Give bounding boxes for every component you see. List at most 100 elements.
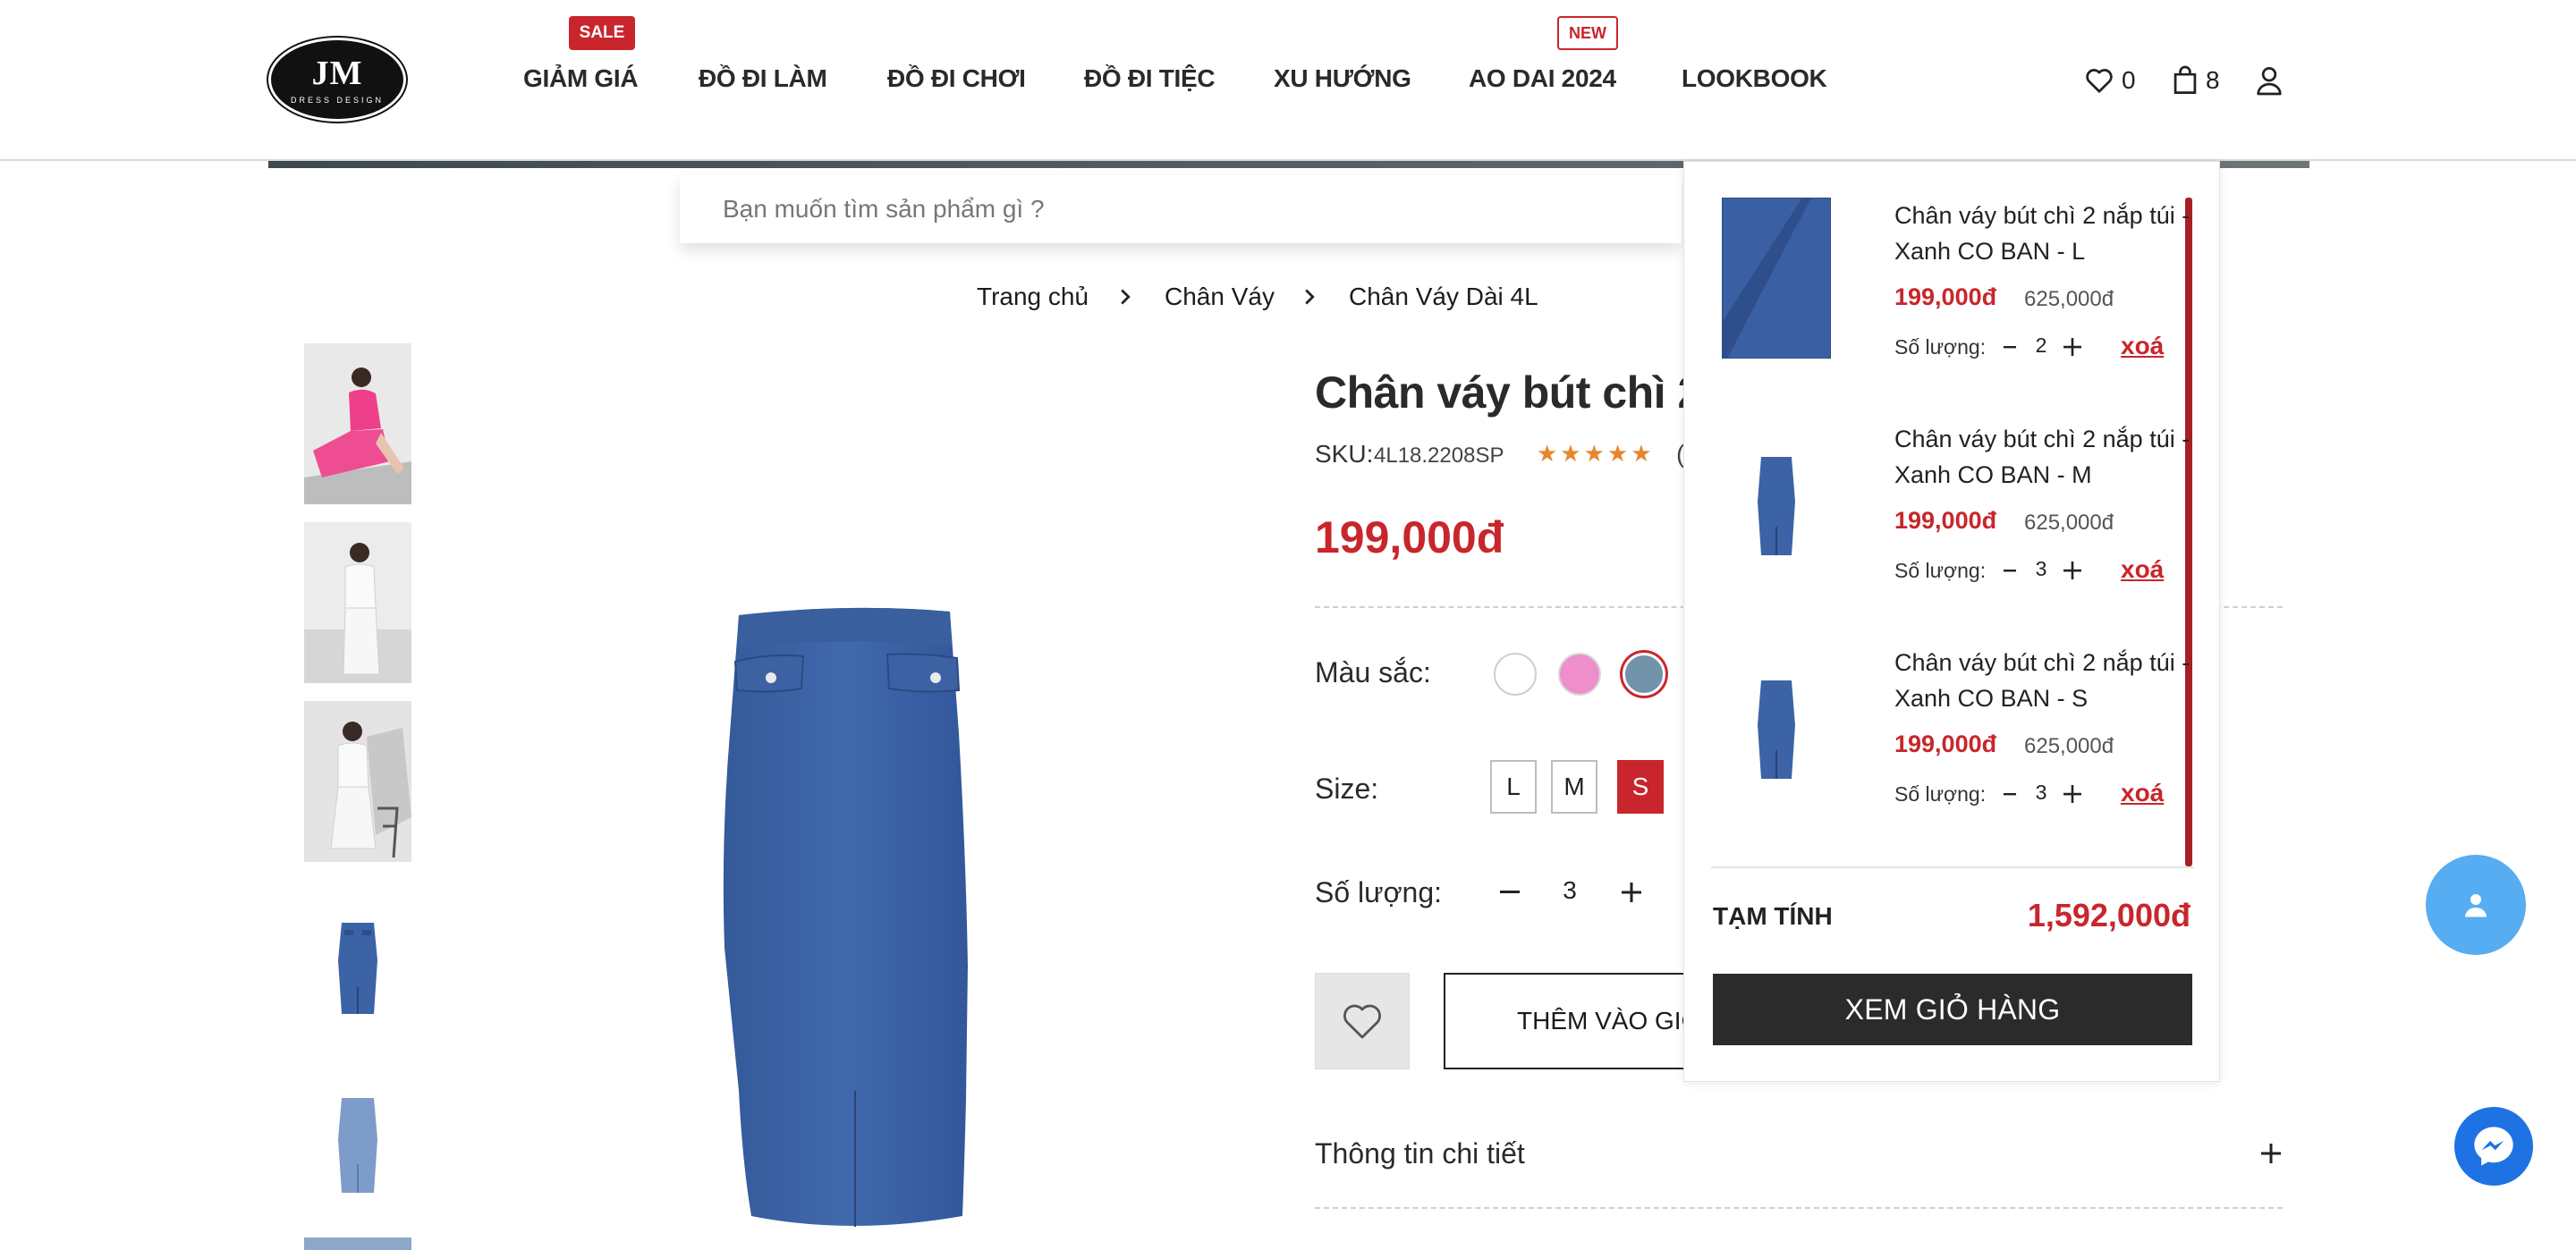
cart-item-price: 199,000đ — [1894, 507, 1997, 534]
subtotal-value: 1,592,000đ — [2027, 897, 2190, 933]
support-chat-button[interactable] — [2426, 855, 2526, 955]
cart-item-qty-label: Số lượng: — [1894, 782, 1987, 806]
breadcrumb-category[interactable]: Chân Váy — [1165, 281, 1275, 313]
chevron-right-icon — [1114, 281, 1136, 313]
minus-icon — [2004, 345, 2016, 348]
size-label: Size: — [1315, 773, 1379, 805]
color-label: Màu sắc: — [1315, 656, 1431, 688]
chevron-right-icon — [1299, 281, 1320, 313]
cart-item: Chân váy bút chì 2 nắp túi - Xanh CO BAN… — [1720, 197, 2190, 394]
nav-giam-gia[interactable]: GIẢM GIÁ — [523, 63, 639, 95]
cart-item-price: 199,000đ — [1894, 283, 1997, 310]
cart-item: Chân váy bút chì 2 nắp túi - Xanh CO BAN… — [1720, 645, 2190, 841]
cart-item-qty-label: Số lượng: — [1894, 559, 1987, 582]
quantity-increase-button[interactable] — [1615, 874, 1648, 910]
cart-scrollbar[interactable] — [2185, 198, 2192, 866]
add-to-wishlist-button[interactable] — [1315, 973, 1410, 1069]
color-swatch-blue-selected[interactable] — [1623, 653, 1665, 696]
messenger-button[interactable] — [2454, 1107, 2533, 1186]
quantity-decrease-button[interactable] — [1494, 874, 1526, 910]
mini-cart-dropdown: Chân váy bút chì 2 nắp túi - Xanh CO BAN… — [1683, 161, 2220, 1082]
size-option-m[interactable]: M — [1551, 760, 1597, 814]
heart-icon — [1343, 1004, 1381, 1039]
rating-stars: ★★★★★ — [1537, 440, 1655, 467]
color-swatch-pink[interactable] — [1558, 653, 1601, 696]
product-detail-toggle-label[interactable]: Thông tin chi tiết — [1315, 1137, 1525, 1170]
cart-item-old-price: 625,000đ — [2024, 734, 2114, 758]
new-badge: NEW — [1557, 16, 1618, 50]
plus-icon — [2063, 562, 2081, 579]
nav-do-di-tiec[interactable]: ĐỒ ĐI TIỆC — [1084, 63, 1216, 95]
cart-item-image[interactable] — [1721, 197, 1832, 359]
cart-item-image[interactable] — [1722, 421, 1831, 582]
product-thumbnail[interactable] — [304, 1059, 411, 1220]
cart-link[interactable]: 8 — [2172, 63, 2220, 98]
wishlist-count: 0 — [2122, 66, 2136, 94]
expand-details-button[interactable] — [2258, 1136, 2284, 1171]
cart-item-name[interactable]: Chân váy bút chì 2 nắp túi - Xanh CO BAN… — [1894, 421, 2199, 493]
jm-logo[interactable]: JM DRESS DESIGN — [268, 38, 406, 122]
search-box — [680, 175, 1682, 243]
nav-ao-dai-2024[interactable]: AO DAI 2024 — [1469, 63, 1616, 95]
messenger-icon — [2474, 1127, 2513, 1166]
product-thumbnail[interactable] — [304, 1237, 411, 1250]
nav-do-di-choi[interactable]: ĐỒ ĐI CHƠI — [887, 63, 1026, 95]
product-title: Chân váy bút chì 2 n — [1315, 367, 1741, 418]
divider — [1315, 1207, 2283, 1209]
product-thumbnail[interactable] — [304, 522, 411, 683]
search-input[interactable] — [680, 175, 1682, 243]
cart-item: Chân váy bút chì 2 nắp túi - Xanh CO BAN… — [1720, 421, 2190, 618]
cart-item-remove-link[interactable]: xoá — [2121, 555, 2164, 584]
chat-user-icon — [2465, 894, 2487, 917]
nav-xu-huong[interactable]: XU HƯỚNG — [1274, 63, 1411, 95]
product-main-image[interactable] — [698, 590, 1002, 1234]
cart-item-name[interactable]: Chân váy bút chì 2 nắp túi - Xanh CO BAN… — [1894, 198, 2199, 269]
nav-lookbook[interactable]: LOOKBOOK — [1682, 63, 1827, 95]
size-option-l[interactable]: L — [1490, 760, 1537, 814]
product-thumbnail-selected[interactable] — [304, 880, 411, 1041]
cart-item-decrease-button[interactable] — [1999, 779, 2021, 809]
subtotal-label: TẠM TÍNH — [1713, 902, 1833, 930]
product-price: 199,000đ — [1315, 512, 1504, 562]
cart-item-increase-button[interactable] — [2060, 779, 2085, 809]
product-thumbnail[interactable] — [304, 343, 411, 504]
sku-value: 4L18.2208SP — [1374, 443, 1504, 468]
account-link[interactable] — [2256, 63, 2283, 98]
size-option-s-selected[interactable]: S — [1617, 760, 1664, 814]
cart-count: 8 — [2206, 66, 2220, 94]
color-swatch-white[interactable] — [1494, 653, 1537, 696]
plus-icon — [2063, 338, 2081, 356]
cart-item-old-price: 625,000đ — [2024, 287, 2114, 311]
cart-item-price: 199,000đ — [1894, 731, 1997, 757]
plus-icon — [1622, 883, 1641, 902]
view-cart-button[interactable]: XEM GIỎ HÀNG — [1713, 974, 2192, 1045]
nav-do-di-lam[interactable]: ĐỒ ĐI LÀM — [699, 63, 827, 95]
cart-item-qty[interactable]: 2 — [2030, 334, 2052, 358]
cart-item-increase-button[interactable] — [2060, 555, 2085, 586]
cart-item-qty[interactable]: 3 — [2030, 557, 2052, 581]
quantity-label: Số lượng: — [1315, 876, 1443, 908]
cart-item-decrease-button[interactable] — [1999, 332, 2021, 362]
cart-item-remove-link[interactable]: xoá — [2121, 332, 2164, 360]
sale-badge: SALE — [569, 16, 635, 50]
cart-item-remove-link[interactable]: xoá — [2121, 779, 2164, 807]
breadcrumb-current: Chân Váy Dài 4L — [1349, 283, 1538, 310]
cart-item-increase-button[interactable] — [2060, 332, 2085, 362]
cart-item-decrease-button[interactable] — [1999, 555, 2021, 586]
logo-subtext: DRESS DESIGN — [290, 96, 384, 105]
cart-item-qty[interactable]: 3 — [2030, 781, 2052, 805]
plus-icon — [2063, 785, 2081, 803]
quantity-value[interactable]: 3 — [1556, 876, 1583, 905]
user-icon — [2257, 67, 2282, 96]
divider — [1711, 866, 2194, 868]
cart-item-old-price: 625,000đ — [2024, 511, 2114, 535]
wishlist-link[interactable]: 0 — [2084, 63, 2136, 98]
cart-item-name[interactable]: Chân váy bút chì 2 nắp túi - Xanh CO BAN… — [1894, 645, 2199, 716]
bag-icon — [2174, 65, 2197, 94]
logo-text: JM — [311, 55, 363, 92]
product-thumbnail[interactable] — [304, 701, 411, 862]
breadcrumb-home[interactable]: Trang chủ — [977, 281, 1089, 313]
cart-item-image[interactable] — [1722, 645, 1831, 806]
minus-icon — [2004, 792, 2016, 795]
sku-label: SKU: — [1315, 440, 1374, 468]
